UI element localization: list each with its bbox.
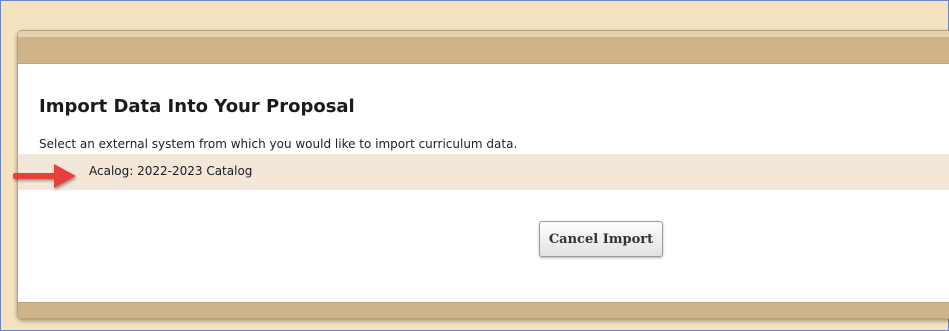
red-arrow-right-icon (13, 164, 76, 188)
source-option-acalog[interactable]: Acalog: 2022-2023 Catalog (89, 164, 252, 178)
cancel-import-button[interactable]: Cancel Import (539, 221, 663, 257)
dialog-instructions: Select an external system from which you… (39, 137, 518, 151)
dialog-footer-bar (18, 302, 949, 318)
source-list-row: Acalog: 2022-2023 Catalog (18, 154, 949, 190)
dialog-title: Import Data Into Your Proposal (39, 96, 355, 117)
dialog-header-bar (18, 31, 949, 64)
import-dialog: Import Data Into Your Proposal Select an… (17, 30, 949, 319)
